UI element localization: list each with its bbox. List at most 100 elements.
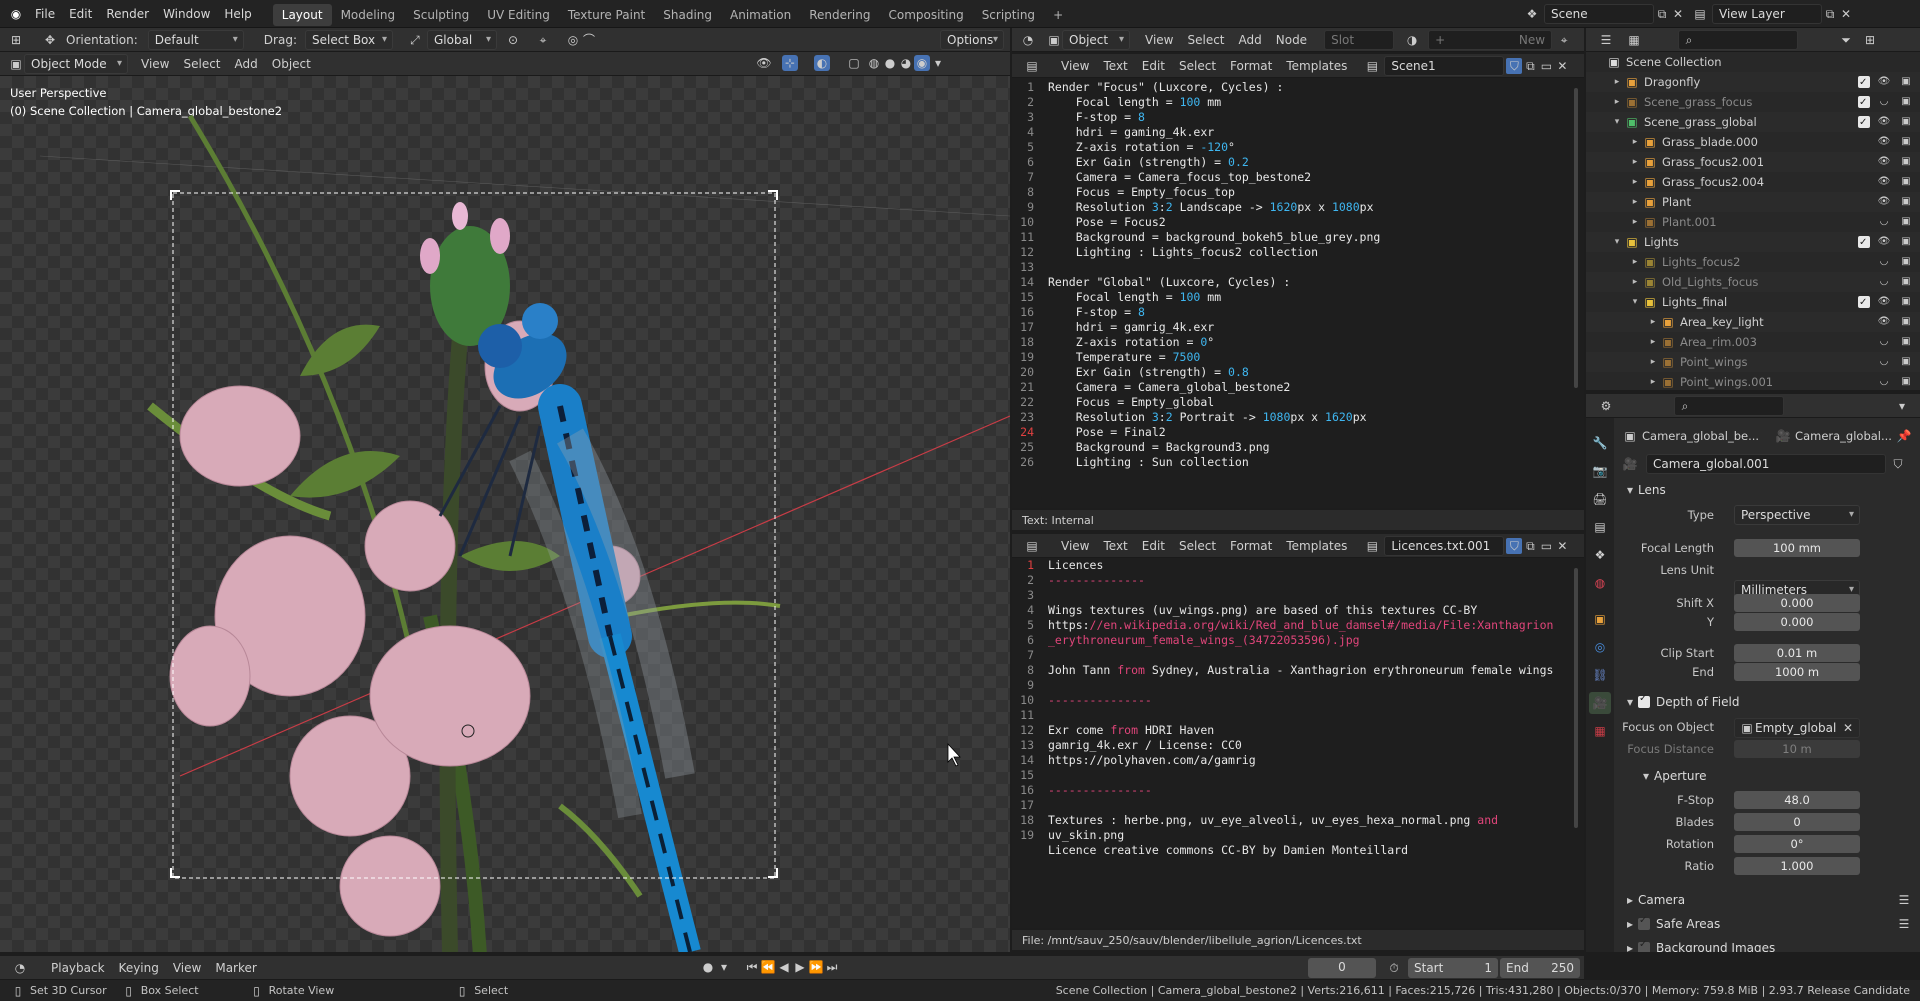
list-icon[interactable]: ☰ (1896, 916, 1912, 932)
tab-animation[interactable]: Animation (721, 4, 800, 26)
chevron-right-icon[interactable]: ▸ (1628, 132, 1642, 152)
timeline-menu-keying[interactable]: Keying (112, 957, 166, 979)
open-text-icon[interactable]: ▭ (1538, 58, 1554, 74)
code-area[interactable]: Licences -------------- Wings textures (uv… (1048, 558, 1574, 873)
code-line[interactable]: hdri = gaming_4k.exr (1048, 125, 1574, 140)
code-line[interactable]: Licence creative commons CC-BY by Damien… (1048, 843, 1574, 858)
visibility-eye-icon[interactable]: 👁 (1876, 194, 1892, 210)
node-object-dropdown[interactable]: Object (1062, 29, 1130, 50)
object-tab-icon[interactable]: ▣ (1589, 608, 1611, 630)
code-line[interactable]: Focal length = 100 mm (1048, 95, 1574, 110)
pin-icon[interactable]: ⌖ (1556, 32, 1572, 48)
outliner-row[interactable]: ▾▣Lights_final👁▣ (1586, 292, 1920, 313)
unlink-text-icon[interactable]: ✕ (1554, 538, 1570, 554)
code-line[interactable]: Temperature = 7500 (1048, 350, 1574, 365)
outliner-row[interactable]: ▸ ▣ Point_wings.001 ◡ ▣ (1586, 372, 1920, 390)
code-line[interactable]: Pose = Final2 (1048, 425, 1574, 440)
chevron-right-icon[interactable]: ▸ (1646, 332, 1660, 352)
camera-datablock-field[interactable]: Camera_global.001 (1646, 454, 1886, 474)
options-dropdown[interactable]: Options (940, 30, 1004, 50)
xray-icon[interactable]: ▢ (846, 55, 862, 71)
fake-user-icon[interactable]: ⛉ (1506, 57, 1523, 74)
text-menu-edit[interactable]: Edit (1135, 535, 1172, 557)
outliner-row[interactable]: ▸ ▣ Plant 👁 ▣ (1586, 192, 1920, 212)
text-editor-type-icon[interactable]: ▤ (1024, 58, 1040, 74)
outliner-row[interactable]: ▸ ▣ Grass_blade.000 👁 ▣ (1586, 132, 1920, 152)
exclude-checkbox[interactable] (1858, 73, 1870, 93)
menu-render[interactable]: Render (99, 0, 156, 28)
gizmo-icon[interactable]: ⊹ (782, 55, 798, 71)
new-collection-icon[interactable]: ⊞ (1862, 32, 1878, 48)
chevron-down-icon[interactable]: ▾ (1628, 292, 1642, 312)
tab-sculpting[interactable]: Sculpting (404, 4, 478, 26)
menu-window[interactable]: Window (156, 0, 217, 28)
new-scene-icon[interactable]: ⧉ (1654, 6, 1670, 22)
chevron-right-icon[interactable]: ▸ (1646, 372, 1660, 390)
code-line[interactable] (1048, 260, 1574, 275)
rendered-shading-icon[interactable]: ◉ (914, 55, 930, 71)
viewport-menu-object[interactable]: Object (265, 53, 318, 75)
render-visibility-icon[interactable]: ▣ (1898, 374, 1914, 390)
browse-material-icon[interactable]: ◑ (1404, 32, 1420, 48)
safe-areas-section-header[interactable]: Safe Areas (1656, 917, 1720, 931)
editor-type-icon[interactable]: ⊞ (8, 32, 24, 48)
material-shading-icon[interactable]: ◕ (898, 55, 914, 71)
text-menu-text[interactable]: Text (1096, 535, 1134, 557)
visibility-eye-icon[interactable]: 👁 (1876, 114, 1892, 130)
unlink-text-icon[interactable]: ✕ (1554, 58, 1570, 74)
keying-options-icon[interactable]: ▾ (716, 959, 732, 975)
timeline-menu-view[interactable]: View (166, 957, 208, 979)
text-browse-icon[interactable]: ▤ (1364, 538, 1380, 554)
snap-icon[interactable]: ⌖ (535, 32, 551, 48)
fake-user-icon[interactable]: ⛉ (1890, 456, 1906, 472)
code-line[interactable]: --------------- (1048, 783, 1574, 798)
view-layer-icon[interactable]: ▤ (1692, 6, 1708, 22)
code-line[interactable]: https://polyhaven.com/a/gamrig (1048, 753, 1574, 768)
outliner-search-input[interactable]: ⌕ (1678, 29, 1798, 50)
chevron-right-icon[interactable]: ▸ (1646, 312, 1660, 332)
text-browse-icon[interactable]: ▤ (1364, 58, 1380, 74)
fake-user-icon[interactable]: ⛉ (1506, 537, 1523, 554)
visibility-eye-icon[interactable]: 👁 (1876, 174, 1892, 190)
constraints-tab-icon[interactable]: ⛓ (1589, 664, 1611, 686)
bg-images-checkbox[interactable] (1638, 939, 1650, 952)
code-line[interactable]: Z-axis rotation = -120° (1048, 140, 1574, 155)
view-layer-tab-icon[interactable]: ▤ (1589, 516, 1611, 538)
proportional-edit-icon[interactable]: ◎ (565, 32, 581, 48)
drag-dropdown[interactable]: Select Box (304, 29, 393, 50)
jump-end-icon[interactable]: ⏭ (824, 959, 840, 975)
remove-scene-icon[interactable]: ✕ (1670, 6, 1686, 22)
tab-modeling[interactable]: Modeling (332, 4, 405, 26)
code-line[interactable]: F-stop = 8 (1048, 305, 1574, 320)
outliner-row[interactable]: ▾▣Scene_grass_global👁▣ (1586, 112, 1920, 133)
code-line[interactable]: Focal length = 100 mm (1048, 290, 1574, 305)
open-text-icon[interactable]: ▭ (1538, 538, 1554, 554)
code-line[interactable]: Licences (1048, 558, 1574, 573)
node-menu-select[interactable]: Select (1180, 29, 1231, 51)
solid-shading-icon[interactable]: ● (882, 55, 898, 71)
outliner-row[interactable]: ▸ ▣ Plant.001 ◡ ▣ (1586, 212, 1920, 232)
physics-tab-icon[interactable]: ◎ (1589, 636, 1611, 658)
text-datablock-field[interactable]: Scene1 (1384, 55, 1505, 76)
outliner-row[interactable]: ▸ ▣ Lights_focus2 ◡ ▣ (1586, 252, 1920, 272)
outliner-row[interactable]: ▸ ▣ Point_wings ◡ ▣ (1586, 352, 1920, 372)
fstop-field[interactable]: 48.0 (1734, 791, 1860, 809)
outliner-row[interactable]: ▾▣Lights👁▣ (1586, 232, 1920, 253)
node-object-icon[interactable]: ▣ (1046, 32, 1062, 48)
code-line[interactable]: _erythroneurum_female_wings_(34722053596… (1048, 633, 1574, 648)
visibility-eye-icon[interactable]: ◡ (1876, 274, 1892, 290)
new-text-icon[interactable]: ⧉ (1522, 58, 1538, 74)
display-mode-icon[interactable]: ▦ (1626, 32, 1642, 48)
code-line[interactable] (1048, 588, 1574, 603)
code-line[interactable]: https://en.wikipedia.org/wiki/Red_and_bl… (1048, 618, 1574, 633)
code-line[interactable]: Lighting : Sun collection (1048, 455, 1574, 470)
remove-view-layer-icon[interactable]: ✕ (1838, 6, 1854, 22)
visibility-eye-icon[interactable]: 👁 (1876, 294, 1892, 310)
outliner-type-icon[interactable]: ☰ (1598, 32, 1614, 48)
dof-section-header[interactable]: Depth of Field (1656, 695, 1739, 709)
render-visibility-icon[interactable]: ▣ (1898, 194, 1914, 210)
text-menu-templates[interactable]: Templates (1279, 535, 1354, 557)
exclude-checkbox[interactable] (1858, 233, 1870, 253)
tab-layout[interactable]: Layout (272, 4, 332, 26)
shift-y-field[interactable]: 0.000 (1734, 613, 1860, 631)
